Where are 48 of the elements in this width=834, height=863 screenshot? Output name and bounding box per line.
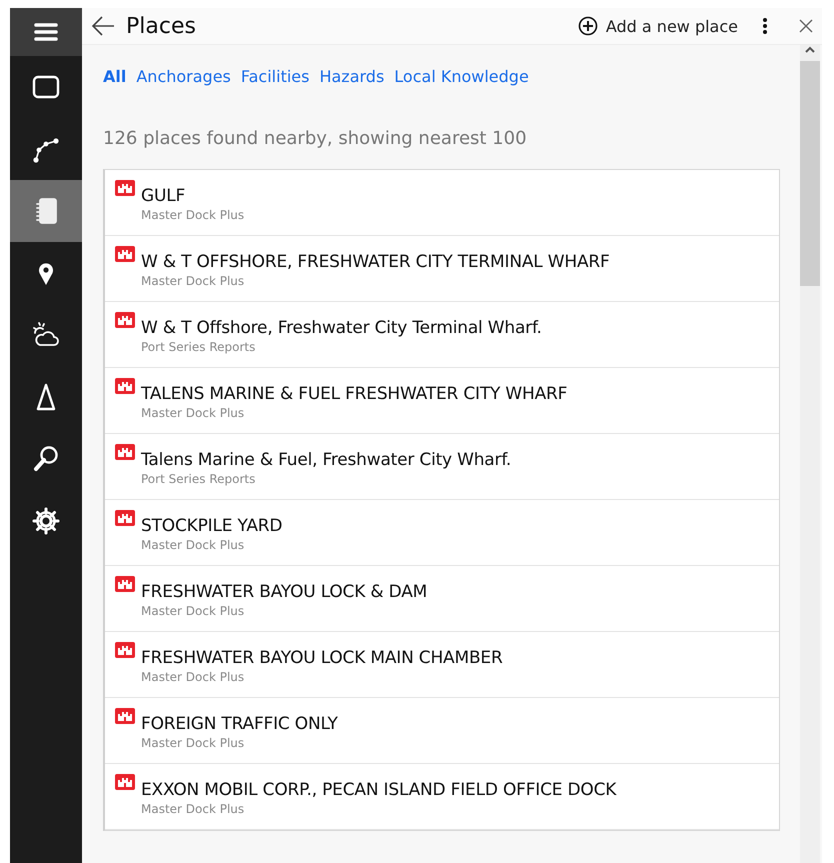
more-icon (762, 17, 768, 35)
place-name[interactable]: TALENS MARINE & FUEL FRESHWATER CITY WHARF (141, 384, 568, 404)
page-title: Places (126, 14, 197, 38)
filter-link[interactable]: Hazards (319, 67, 384, 86)
castle-icon (115, 642, 135, 658)
close-icon (798, 18, 814, 34)
filter-link[interactable]: Local Knowledge (394, 67, 529, 86)
place-name[interactable]: FRESHWATER BAYOU LOCK MAIN CHAMBER (141, 648, 503, 668)
place-source: Master Dock Plus (141, 274, 246, 288)
scroll-up-icon (804, 45, 816, 55)
filter-link[interactable]: All (103, 67, 126, 86)
scrollbar[interactable] (800, 45, 820, 863)
filter-link[interactable]: Anchorages (136, 67, 231, 86)
place-name[interactable]: EXXON MOBIL CORP., PECAN ISLAND FIELD OFFICE DOCK (141, 780, 616, 800)
place-source: Master Dock Plus (141, 802, 246, 816)
castle-icon (115, 708, 135, 724)
castle-icon (115, 180, 135, 196)
castle-icon (115, 444, 135, 460)
sidebar-button[interactable] (10, 8, 82, 56)
plus-circle-icon (578, 16, 598, 36)
results-summary: 126 places found nearby, showing nearest 100 (103, 128, 528, 149)
castle-icon (115, 576, 135, 592)
place-source: Master Dock Plus (141, 670, 246, 684)
settings-icon (31, 506, 61, 536)
castle-icon (115, 246, 135, 262)
scrollbar-thumb[interactable] (800, 61, 820, 286)
place-source: Master Dock Plus (141, 604, 246, 618)
place-source: Master Dock Plus (141, 406, 246, 420)
place-source: Port Series Reports (141, 472, 256, 486)
place-name[interactable]: Talens Marine & Fuel, Freshwater City Wharf. (141, 450, 512, 470)
place-source: Master Dock Plus (141, 208, 244, 222)
place-name[interactable]: FOREIGN TRAFFIC ONLY (141, 714, 338, 734)
castle-icon (115, 312, 135, 328)
place-name[interactable]: GULF (141, 186, 244, 206)
place-name[interactable]: STOCKPILE YARD (141, 516, 282, 536)
place-name[interactable]: W & T Offshore, Freshwater City Terminal Wharf. (141, 318, 542, 338)
back-arrow-icon (90, 15, 116, 37)
castle-icon (115, 378, 135, 394)
place-source: Master Dock Plus (141, 538, 246, 552)
place-source: Master Dock Plus (141, 736, 246, 750)
add-place-button[interactable]: Add a new place (578, 16, 738, 36)
filter-link[interactable]: Facilities (240, 67, 310, 86)
place-name[interactable]: FRESHWATER BAYOU LOCK & DAM (141, 582, 428, 602)
castle-icon (115, 774, 135, 790)
place-source: Port Series Reports (141, 340, 256, 354)
place-name[interactable]: W & T OFFSHORE, FRESHWATER CITY TERMINAL WHARF (141, 252, 610, 272)
castle-icon (115, 510, 135, 526)
more-button[interactable] (760, 15, 770, 37)
